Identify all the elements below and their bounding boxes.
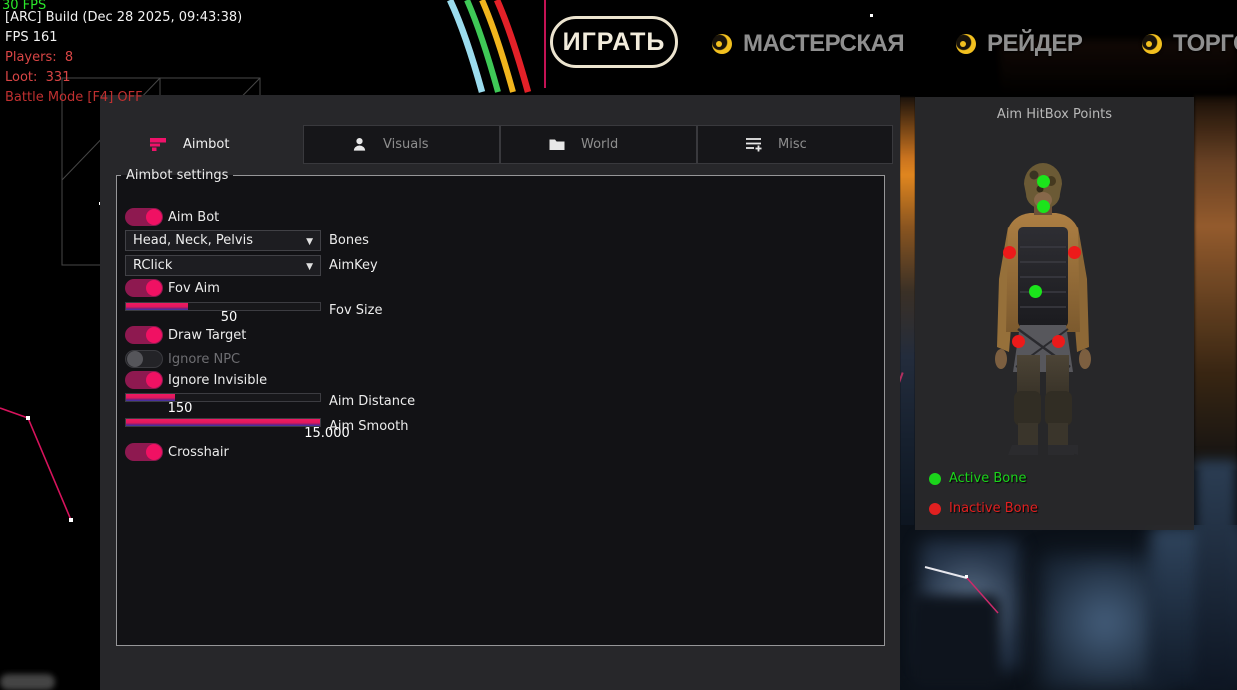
legend-active-bone: Active Bone xyxy=(929,471,1026,486)
ignore-npc-toggle[interactable] xyxy=(125,350,163,368)
background-column xyxy=(1195,460,1237,690)
hitbox-point-inactive xyxy=(1003,246,1016,259)
ignore-invisible-label: Ignore Invisible xyxy=(168,373,267,388)
active-bone-dot xyxy=(929,473,941,485)
background-scene xyxy=(900,525,1237,690)
gun-icon xyxy=(150,138,167,151)
ignore-npc-label: Ignore NPC xyxy=(168,352,240,367)
aim-bot-toggle[interactable] xyxy=(125,208,163,226)
sliders-icon xyxy=(746,137,762,152)
esp-tracer-line xyxy=(915,555,1015,625)
fov-aim-toggle[interactable] xyxy=(125,279,163,297)
menu-item-raider[interactable]: РЕЙДЕР xyxy=(956,30,1082,58)
aim-smooth-value: 15.000 xyxy=(297,426,357,441)
bones-dropdown[interactable]: Head, Neck, Pelvis ▼ xyxy=(125,230,321,251)
legend-inactive-bone: Inactive Bone xyxy=(929,501,1038,516)
game-screen: 30 FPS [ARC] Build (Dec 28 2025, 09:43:3… xyxy=(0,0,1237,690)
loot-counter: Loot: 331 xyxy=(5,70,70,85)
toggle-knob xyxy=(127,351,143,367)
folder-icon xyxy=(549,138,565,151)
chevron-down-icon: ▼ xyxy=(306,258,313,277)
aim-smooth-slider[interactable] xyxy=(125,418,321,427)
battle-mode-status: Battle Mode [F4] OFF xyxy=(5,90,143,105)
draw-target-label: Draw Target xyxy=(168,328,246,343)
group-title: Aimbot settings xyxy=(121,168,233,183)
play-button[interactable]: ИГРАТЬ xyxy=(550,16,678,68)
esp-vertical-line xyxy=(544,0,546,88)
aim-distance-slider[interactable] xyxy=(125,393,321,402)
coin-icon xyxy=(1142,34,1162,54)
hitbox-point-active xyxy=(1037,175,1050,188)
toggle-knob xyxy=(146,327,162,343)
tab-visuals[interactable]: Visuals xyxy=(303,125,500,164)
aimbot-settings-group: Aimbot settings Aim Bot Head, Neck, Pelv… xyxy=(116,168,885,646)
coin-icon xyxy=(956,34,976,54)
aim-bot-label: Aim Bot xyxy=(168,210,219,225)
slider-fill xyxy=(126,394,175,401)
rainbow-stripes xyxy=(420,0,555,96)
toggle-knob xyxy=(146,209,162,225)
tab-misc[interactable]: Misc xyxy=(697,125,893,164)
ignore-invisible-toggle[interactable] xyxy=(125,371,163,389)
slider-fill xyxy=(126,303,188,310)
fov-size-label: Fov Size xyxy=(329,303,382,318)
group-content: Aim Bot Head, Neck, Pelvis ▼ Bones RClic… xyxy=(117,183,884,645)
background-wall xyxy=(1194,95,1237,470)
players-counter: Players: 8 xyxy=(5,50,73,65)
inactive-bone-label: Inactive Bone xyxy=(949,501,1038,516)
chevron-down-icon: ▼ xyxy=(306,233,313,252)
bones-label: Bones xyxy=(329,233,369,248)
background-streak xyxy=(0,674,55,690)
hitbox-point-inactive xyxy=(1012,335,1025,348)
aim-distance-label: Aim Distance xyxy=(329,394,415,409)
crosshair-toggle[interactable] xyxy=(125,443,163,461)
inactive-bone-dot xyxy=(929,503,941,515)
coin-icon xyxy=(712,34,732,54)
hitbox-point-active xyxy=(1037,200,1050,213)
hitbox-points-layer xyxy=(915,97,1194,530)
menu-item-workshop[interactable]: МАСТЕРСКАЯ xyxy=(712,30,904,58)
toggle-knob xyxy=(146,280,162,296)
toggle-knob xyxy=(146,372,162,388)
aimkey-label: AimKey xyxy=(329,258,378,273)
hitbox-panel: Aim HitBox Points xyxy=(915,97,1194,530)
cheat-menu-panel: Aimbot Visuals World xyxy=(100,95,900,690)
aim-distance-value: 150 xyxy=(160,401,200,416)
dot-marker xyxy=(870,14,873,17)
hitbox-point-inactive xyxy=(1068,246,1081,259)
toggle-knob xyxy=(146,444,162,460)
tab-aimbot[interactable]: Aimbot xyxy=(100,125,303,164)
esp-skeleton-line xyxy=(0,400,90,530)
hitbox-point-active xyxy=(1029,285,1042,298)
draw-target-toggle[interactable] xyxy=(125,326,163,344)
background-gap xyxy=(900,97,915,530)
slider-fill xyxy=(126,419,320,426)
fps-counter: FPS 161 xyxy=(5,30,58,45)
crosshair-label: Crosshair xyxy=(168,445,229,460)
build-info: [ARC] Build (Dec 28 2025, 09:43:38) xyxy=(5,10,242,25)
hitbox-point-inactive xyxy=(1052,335,1065,348)
active-bone-label: Active Bone xyxy=(949,471,1026,486)
menu-item-trader[interactable]: ТОРГОВЕЦ xyxy=(1142,30,1237,58)
tab-world[interactable]: World xyxy=(500,125,697,164)
fov-aim-label: Fov Aim xyxy=(168,281,220,296)
fov-size-value: 50 xyxy=(209,310,249,325)
aimkey-dropdown[interactable]: RClick ▼ xyxy=(125,255,321,276)
person-icon xyxy=(352,137,367,152)
